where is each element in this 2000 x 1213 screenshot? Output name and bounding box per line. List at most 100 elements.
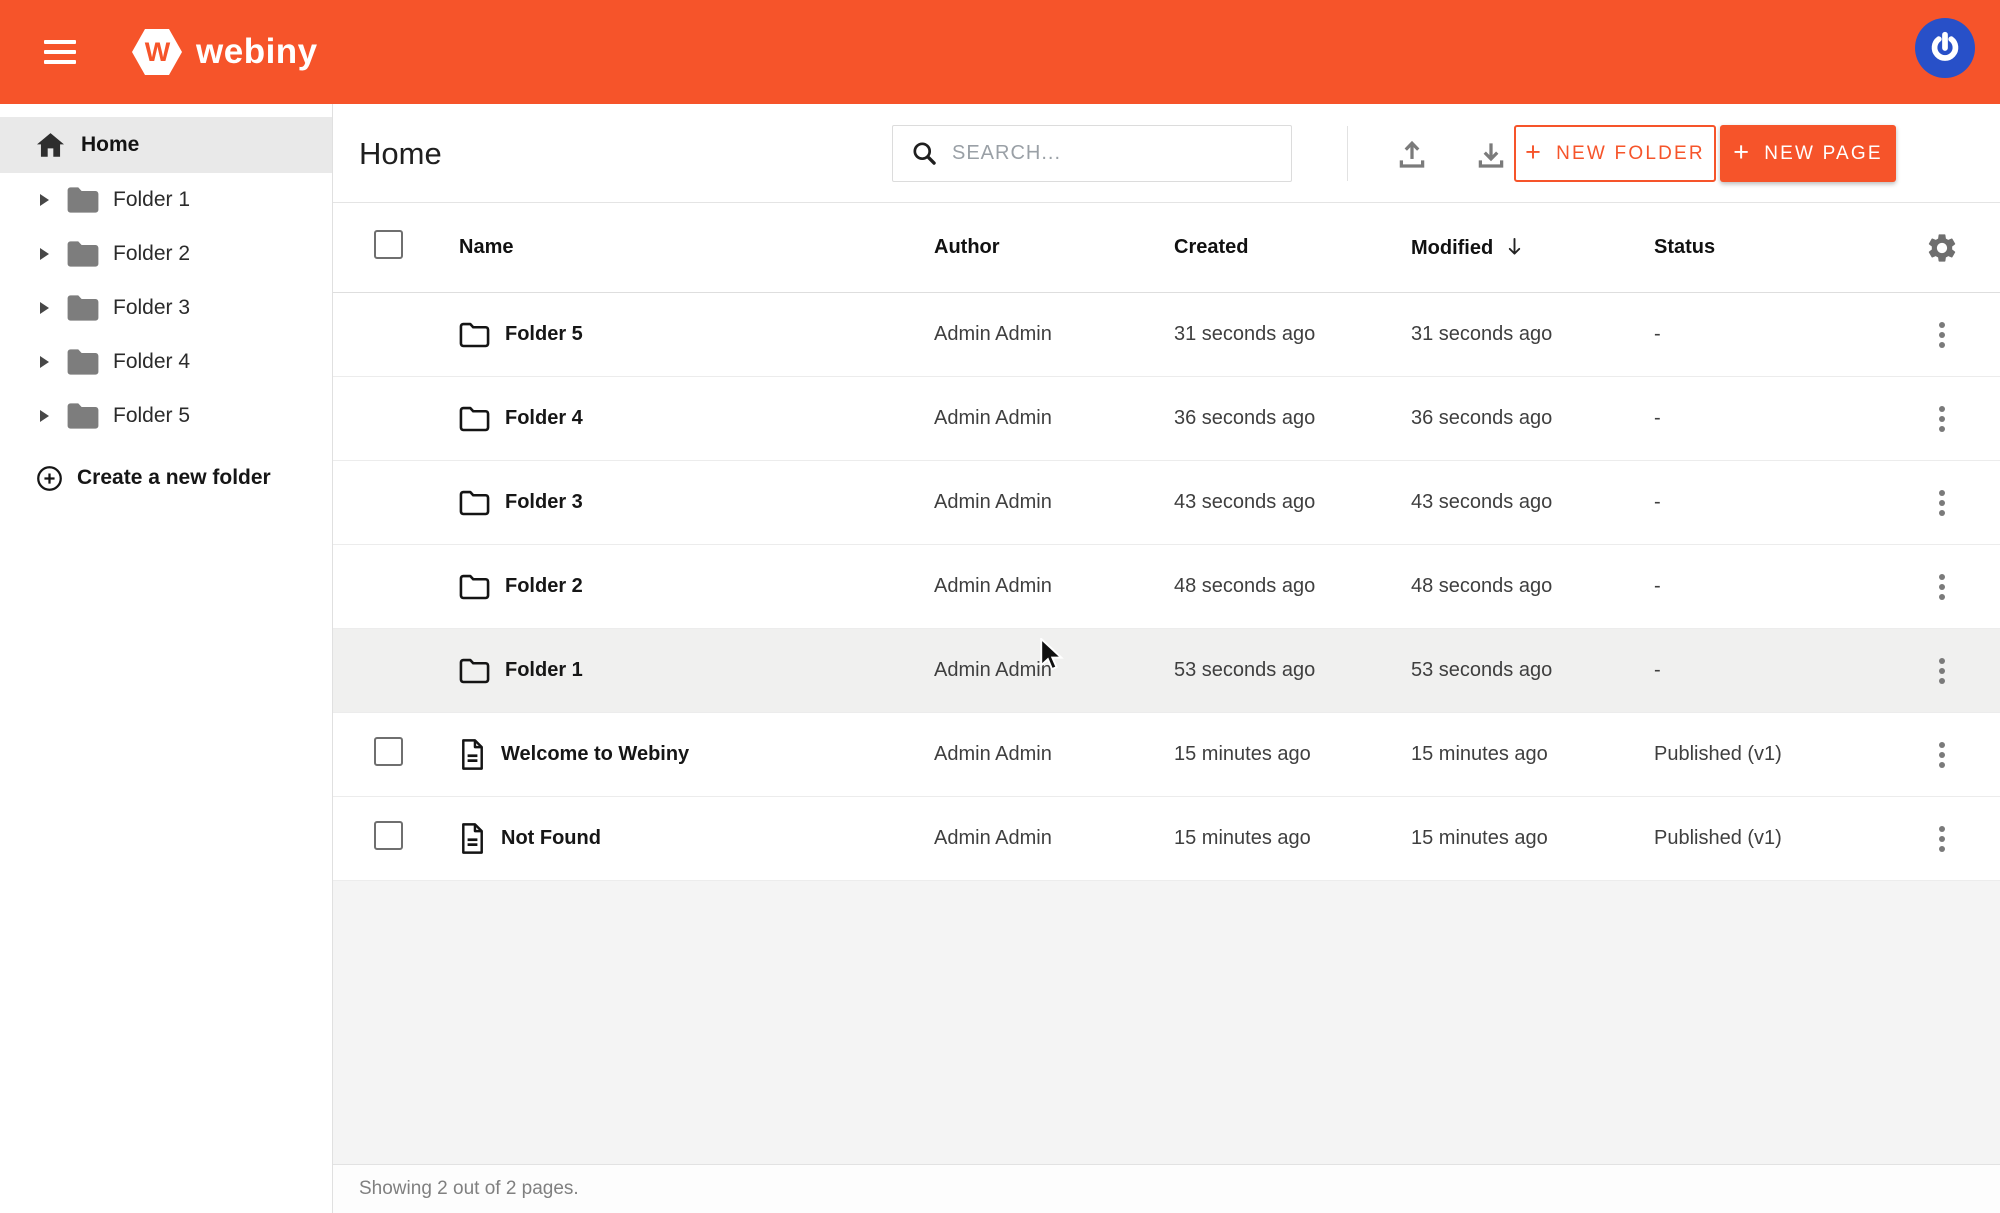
toolbar: Home + NEW FOLDER [333,104,2000,203]
column-header-created[interactable]: Created [1174,236,1411,259]
column-header-author[interactable]: Author [934,236,1174,259]
sidebar-folder-item[interactable]: Folder 5 [0,389,332,443]
webiny-logo: W webiny [132,29,318,75]
row-name: Not Found [501,827,601,850]
row-status: Published (v1) [1654,827,1884,850]
plus-icon: + [1525,137,1543,168]
folder-solid-icon [66,348,100,376]
sidebar-folder-list: Folder 1 Folder 2 Folder 3 [0,173,332,443]
kebab-icon[interactable] [1931,650,1953,692]
upload-icon[interactable] [1386,128,1438,180]
search-icon [911,140,938,167]
create-new-folder-button[interactable]: Create a new folder [0,449,332,507]
row-modified: 15 minutes ago [1411,743,1654,766]
row-author: Admin Admin [934,323,1174,346]
row-author: Admin Admin [934,827,1174,850]
table-row[interactable]: Folder 3 Admin Admin 43 seconds ago 43 s… [333,461,2000,545]
kebab-icon[interactable] [1931,734,1953,776]
row-modified: 53 seconds ago [1411,659,1654,682]
avatar-icon[interactable] [1915,18,1975,78]
table-header: Name Author Created Modified Status [333,203,2000,293]
column-header-modified[interactable]: Modified [1411,236,1654,260]
caret-right-icon[interactable] [40,248,49,260]
document-icon [459,738,486,771]
row-name: Folder 2 [505,575,583,598]
menu-icon[interactable] [44,40,76,64]
row-status: - [1654,407,1884,430]
table-row[interactable]: Folder 5 Admin Admin 31 seconds ago 31 s… [333,293,2000,377]
table-row[interactable]: Folder 1 Admin Admin 53 seconds ago 53 s… [333,629,2000,713]
sidebar-folder-label: Folder 2 [113,242,190,266]
row-modified: 15 minutes ago [1411,827,1654,850]
document-icon [459,822,486,855]
caret-right-icon[interactable] [40,356,49,368]
column-header-status[interactable]: Status [1654,236,1884,259]
new-page-button[interactable]: + NEW PAGE [1720,125,1896,182]
folder-solid-icon [66,240,100,268]
kebab-icon[interactable] [1931,566,1953,608]
sidebar-folder-item[interactable]: Folder 3 [0,281,332,335]
caret-right-icon[interactable] [40,194,49,206]
gear-icon[interactable] [1925,231,1959,265]
row-status: - [1654,575,1884,598]
plus-circle-icon [36,465,63,492]
toolbar-divider [1347,126,1348,181]
row-created: 15 minutes ago [1174,827,1411,850]
sidebar-folder-label: Folder 1 [113,188,190,212]
kebab-icon[interactable] [1931,314,1953,356]
row-created: 43 seconds ago [1174,491,1411,514]
kebab-icon[interactable] [1931,818,1953,860]
search-box [892,125,1292,182]
caret-right-icon[interactable] [40,410,49,422]
sidebar-item-home[interactable]: Home [0,117,332,173]
table-row[interactable]: Folder 2 Admin Admin 48 seconds ago 48 s… [333,545,2000,629]
select-all-checkbox[interactable] [374,230,403,259]
empty-area [333,881,2000,1164]
sort-desc-icon [1505,236,1524,257]
row-created: 53 seconds ago [1174,659,1411,682]
row-created: 15 minutes ago [1174,743,1411,766]
row-checkbox[interactable] [374,737,403,766]
sidebar-home-label: Home [81,133,139,157]
folder-outline-icon [459,322,490,348]
create-new-folder-label: Create a new folder [77,466,271,490]
row-name: Welcome to Webiny [501,743,689,766]
row-modified: 48 seconds ago [1411,575,1654,598]
kebab-icon[interactable] [1931,398,1953,440]
row-name: Folder 4 [505,407,583,430]
folder-solid-icon [66,402,100,430]
brand-wordmark: webiny [196,32,318,72]
home-icon [37,133,64,158]
plus-icon: + [1733,137,1751,168]
row-name: Folder 5 [505,323,583,346]
search-input[interactable] [952,142,1291,165]
table-row[interactable]: Folder 4 Admin Admin 36 seconds ago 36 s… [333,377,2000,461]
sidebar-folder-item[interactable]: Folder 4 [0,335,332,389]
table-body: Folder 5 Admin Admin 31 seconds ago 31 s… [333,293,2000,881]
sidebar: Home Folder 1 Folder 2 [0,104,333,1213]
folder-outline-icon [459,574,490,600]
download-icon[interactable] [1465,128,1517,180]
sidebar-folder-item[interactable]: Folder 2 [0,227,332,281]
sidebar-folder-label: Folder 4 [113,350,190,374]
row-status: - [1654,491,1884,514]
row-modified: 36 seconds ago [1411,407,1654,430]
row-author: Admin Admin [934,575,1174,598]
row-created: 31 seconds ago [1174,323,1411,346]
new-folder-button[interactable]: + NEW FOLDER [1514,125,1716,182]
sidebar-folder-item[interactable]: Folder 1 [0,173,332,227]
table-row[interactable]: Not Found Admin Admin 15 minutes ago 15 … [333,797,2000,881]
row-status: Published (v1) [1654,743,1884,766]
column-header-name[interactable]: Name [459,236,513,259]
row-name: Folder 3 [505,491,583,514]
kebab-icon[interactable] [1931,482,1953,524]
table-row[interactable]: Welcome to Webiny Admin Admin 15 minutes… [333,713,2000,797]
main-content: Home + NEW FOLDER [333,104,2000,1213]
row-checkbox[interactable] [374,821,403,850]
caret-right-icon[interactable] [40,302,49,314]
row-author: Admin Admin [934,491,1174,514]
row-status: - [1654,323,1884,346]
row-author: Admin Admin [934,659,1174,682]
folder-solid-icon [66,186,100,214]
folder-outline-icon [459,490,490,516]
